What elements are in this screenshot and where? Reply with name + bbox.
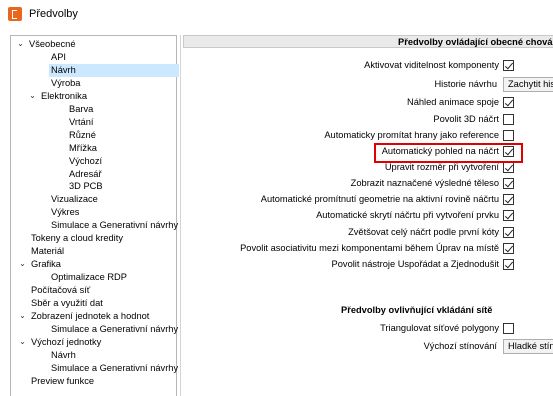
tree-item[interactable]: Výroba — [49, 77, 80, 90]
setting-1-label: Aktivovat viditelnost komponenty — [364, 60, 499, 70]
section-header-title: Předvolby ovládající obecné chová — [398, 37, 553, 47]
tree-item[interactable]: Sběr a využití dat — [29, 297, 103, 310]
tree-item[interactable]: Grafika — [29, 258, 61, 271]
mesh-setting-1-label: Triangulovat síťové polygony — [380, 323, 499, 333]
setting-11-label: Zvětšovat celý náčrt podle první kóty — [348, 227, 499, 237]
tree-item[interactable]: Optimalizace RDP — [49, 271, 127, 284]
title-bar: Předvolby — [0, 0, 553, 30]
tree-item[interactable]: Simulace a Generativní návrhy — [49, 219, 178, 232]
tree-item[interactable]: Barva — [67, 103, 93, 116]
mesh-import-section-header: Předvolby ovlivňující vkládání sítě — [341, 305, 493, 315]
splitter[interactable] — [180, 35, 181, 396]
setting-4-checkbox[interactable] — [503, 114, 514, 125]
tree-item[interactable]: Mřížka — [67, 142, 97, 155]
window-title: Předvolby — [29, 8, 78, 20]
setting-2-dropdown[interactable]: Zachytit his — [503, 77, 553, 92]
setting-4-label: Povolit 3D náčrt — [433, 114, 499, 124]
setting-2-label: Historie návrhu — [434, 79, 497, 89]
setting-12-checkbox[interactable] — [503, 243, 514, 254]
tree-item[interactable]: Adresář — [67, 168, 102, 181]
preferences-panel: Předvolby ovládající obecné chová Aktivo… — [183, 35, 553, 396]
mesh-setting-2-label: Výchozí stínování — [423, 341, 497, 351]
tree-item[interactable]: Návrh — [49, 63, 179, 77]
preferences-category-tree[interactable]: ⌄ Všeobecné API Návrh Výroba ⌄ Elektronika Barv… — [10, 35, 179, 396]
tree-item[interactable]: Počítačová síť — [29, 284, 90, 297]
chevron-down-icon[interactable]: ⌄ — [18, 336, 27, 349]
section-header: Předvolby ovládající obecné chová — [183, 35, 553, 48]
tree-item[interactable]: Vrtání — [67, 116, 93, 129]
setting-8-label: Zobrazit naznačené výsledné těleso — [350, 178, 499, 188]
tree-item[interactable]: Preview funkce — [29, 375, 94, 388]
setting-11-checkbox[interactable] — [503, 227, 514, 238]
setting-10-checkbox[interactable] — [503, 210, 514, 221]
tree-item[interactable]: Vizualizace — [49, 193, 98, 206]
tree-item[interactable]: Tokeny a cloud kredity — [29, 232, 123, 245]
highlight-annotation — [374, 143, 523, 163]
chevron-down-icon[interactable]: ⌄ — [18, 258, 27, 271]
setting-9-checkbox[interactable] — [503, 194, 514, 205]
tree-item[interactable]: Všeobecné — [27, 38, 76, 51]
tree-item[interactable]: Výchozí jednotky — [29, 336, 101, 349]
mesh-setting-1-checkbox[interactable] — [503, 323, 514, 334]
setting-9-label: Automatické promítnutí geometrie na akti… — [260, 194, 499, 204]
tree-item[interactable]: Návrh — [49, 349, 76, 362]
setting-13-label: Povolit nástroje Uspořádat a Zjednodušit — [331, 259, 499, 269]
tree-item[interactable]: Různé — [67, 129, 96, 142]
setting-12-label: Povolit asociativitu mezi komponentami b… — [240, 243, 499, 253]
setting-13-checkbox[interactable] — [503, 259, 514, 270]
chevron-down-icon[interactable]: ⌄ — [16, 38, 25, 51]
setting-3-label: Náhled animace spoje — [407, 97, 499, 107]
app-logo-icon — [8, 7, 22, 21]
setting-7-checkbox[interactable] — [503, 162, 514, 173]
setting-5-label: Automaticky promítat hrany jako referenc… — [324, 130, 499, 140]
tree-item[interactable]: Zobrazení jednotek a hodnot — [29, 310, 149, 323]
tree-item[interactable]: Výkres — [49, 206, 79, 219]
setting-10-label: Automatické skrytí náčrtu při vytvoření … — [316, 210, 499, 220]
chevron-down-icon[interactable]: ⌄ — [18, 310, 27, 323]
tree-item[interactable]: Výchozí — [67, 155, 102, 168]
tree-item[interactable]: API — [49, 51, 66, 64]
tree-item[interactable]: Materiál — [29, 245, 64, 258]
setting-1-checkbox[interactable] — [503, 60, 514, 71]
chevron-down-icon[interactable]: ⌄ — [28, 90, 37, 103]
tree-item[interactable]: Simulace a Generativní návrhy — [49, 362, 178, 375]
mesh-setting-2-dropdown[interactable]: Hladké stínc — [503, 339, 553, 354]
tree-item[interactable]: Simulace a Generativní návrhy — [49, 323, 178, 336]
setting-8-checkbox[interactable] — [503, 178, 514, 189]
setting-3-checkbox[interactable] — [503, 97, 514, 108]
tree-item[interactable]: 3D PCB — [67, 180, 103, 193]
setting-5-checkbox[interactable] — [503, 130, 514, 141]
tree-item[interactable]: Elektronika — [39, 90, 87, 103]
